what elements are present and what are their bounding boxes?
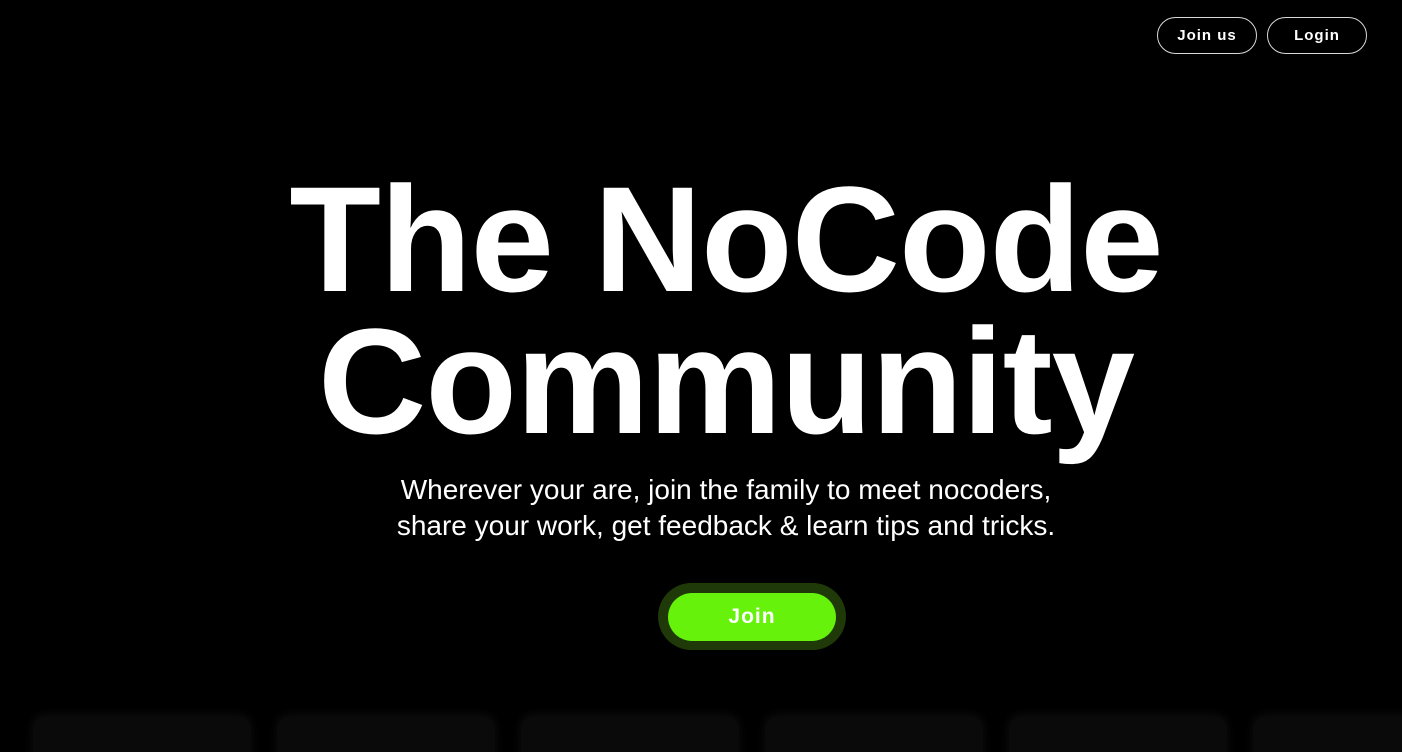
hero-title: The NoCode Community: [0, 155, 1402, 465]
hero-subtitle-line-2: share your work, get feedback & learn ti…: [396, 510, 1056, 541]
hero-subtitle-line-1: Wherever your are, join the family to me…: [400, 474, 1052, 505]
community-card[interactable]: [1009, 717, 1227, 752]
join-cta-glow: Join: [658, 583, 846, 650]
community-card[interactable]: [33, 717, 251, 752]
landing-page: Join us Login The NoCode Community Where…: [0, 0, 1402, 752]
community-card[interactable]: [521, 717, 739, 752]
login-button[interactable]: Login: [1267, 17, 1367, 54]
community-card[interactable]: [277, 717, 495, 752]
hero-title-line-2: Community: [318, 297, 1135, 465]
top-nav: Join us Login: [1157, 17, 1367, 54]
cards-row: [33, 717, 1402, 752]
join-us-button[interactable]: Join us: [1157, 17, 1257, 54]
community-card[interactable]: [765, 717, 983, 752]
hero-subtitle: Wherever your are, join the family to me…: [0, 472, 1402, 544]
join-cta-button[interactable]: Join: [668, 592, 836, 641]
community-card[interactable]: [1253, 717, 1402, 752]
hero-title-line-1: The NoCode: [289, 155, 1163, 323]
